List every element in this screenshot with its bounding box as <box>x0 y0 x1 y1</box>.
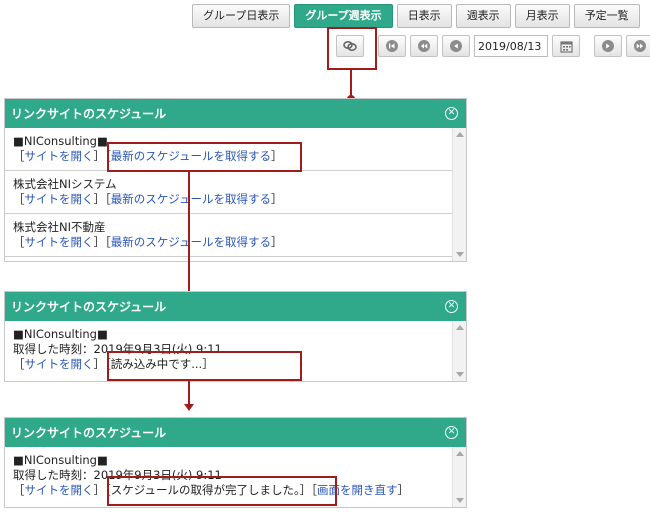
open-site-link[interactable]: サイトを開く <box>25 149 94 163</box>
list-item: 株式会社NIシステム ［サイトを開く］［最新のスケジュールを取得する］ <box>5 171 452 214</box>
tab-schedule-list[interactable]: 予定一覧 <box>573 4 640 28</box>
tab-day[interactable]: 日表示 <box>396 4 452 28</box>
tab-group-week[interactable]: グループ週表示 <box>294 4 393 28</box>
connector-arrow <box>184 404 194 411</box>
prev-icon <box>450 40 462 52</box>
site-name: 株式会社NI不動産 <box>13 220 106 234</box>
list-item: 株式会社NI不動産 ［サイトを開く］［最新のスケジュールを取得する］ <box>5 214 452 257</box>
site-name: ■NIConsulting■ <box>13 327 108 341</box>
callout-link-button <box>327 27 377 70</box>
callout-complete <box>107 476 337 506</box>
date-toolbar <box>336 35 650 57</box>
open-site-link[interactable]: サイトを開く <box>25 357 94 371</box>
link-schedule-panel-1: リンクサイトのスケジュール ✕ ■NIConsulting■ ［サイトを開く］［… <box>4 98 467 262</box>
prev-fast-button[interactable] <box>410 35 438 57</box>
connector-line <box>350 70 352 98</box>
open-site-link[interactable]: サイトを開く <box>25 192 94 206</box>
next-fast-icon <box>634 40 646 52</box>
scrollbar[interactable] <box>452 447 466 507</box>
panel-header: リンクサイトのスケジュール ✕ <box>5 99 466 128</box>
callout-loading <box>107 351 302 381</box>
scrollbar[interactable] <box>452 321 466 381</box>
tab-group-day[interactable]: グループ日表示 <box>192 4 291 28</box>
close-icon[interactable]: ✕ <box>445 426 458 439</box>
open-site-link[interactable]: サイトを開く <box>25 483 94 497</box>
panel-title: リンクサイトのスケジュール <box>11 300 167 314</box>
panel-header: リンクサイトのスケジュール ✕ <box>5 292 466 321</box>
next-fast-button[interactable] <box>626 35 650 57</box>
next-button[interactable] <box>594 35 622 57</box>
tab-week[interactable]: 週表示 <box>455 4 511 28</box>
panel-title: リンクサイトのスケジュール <box>11 107 167 121</box>
calendar-button[interactable] <box>552 35 580 57</box>
site-name: ■NIConsulting■ <box>13 453 108 467</box>
close-icon[interactable]: ✕ <box>445 300 458 313</box>
skip-first-icon <box>386 40 398 52</box>
next-icon <box>602 40 614 52</box>
calendar-icon <box>559 40 573 53</box>
open-site-link[interactable]: サイトを開く <box>25 235 94 249</box>
panel-title: リンクサイトのスケジュール <box>11 426 167 440</box>
close-icon[interactable]: ✕ <box>445 107 458 120</box>
scrollbar[interactable] <box>452 128 466 261</box>
fetch-schedule-link[interactable]: 最新のスケジュールを取得する <box>111 192 271 206</box>
prev-fast-icon <box>418 40 430 52</box>
prev-button[interactable] <box>442 35 470 57</box>
panel-header: リンクサイトのスケジュール ✕ <box>5 418 466 447</box>
callout-fetch-link <box>107 142 302 172</box>
connector-line <box>188 381 190 405</box>
site-name: 株式会社NIシステム <box>13 177 117 191</box>
date-input[interactable] <box>474 35 548 57</box>
fetch-schedule-link[interactable]: 最新のスケジュールを取得する <box>111 235 271 249</box>
view-tabs: グループ日表示 グループ週表示 日表示 週表示 月表示 予定一覧 <box>192 4 640 28</box>
first-button[interactable] <box>378 35 406 57</box>
tab-month[interactable]: 月表示 <box>514 4 570 28</box>
